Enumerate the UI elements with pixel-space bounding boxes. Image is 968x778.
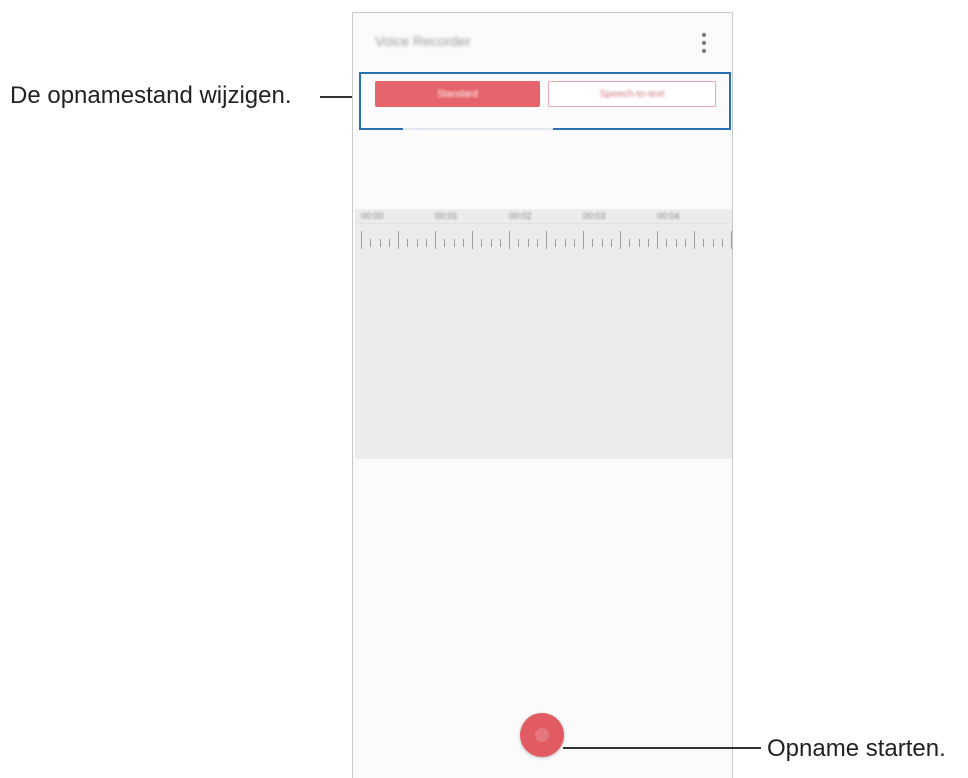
timeline-tick <box>546 231 547 249</box>
standard-mode-button[interactable]: Standard <box>375 81 540 107</box>
timeline-tick <box>388 239 390 247</box>
timeline-tick <box>361 231 362 249</box>
timeline-tick <box>620 231 621 249</box>
tab-underline <box>403 128 553 130</box>
timeline-tick <box>509 231 510 249</box>
timeline-tick <box>592 239 594 247</box>
timeline-tick <box>703 239 705 247</box>
timeline-tick <box>601 239 603 247</box>
timeline-tick <box>583 231 584 249</box>
timeline-tick <box>444 239 446 247</box>
timeline-tick <box>472 231 473 249</box>
timeline-ticks <box>355 227 732 253</box>
timeline-tick <box>731 231 732 249</box>
timeline-tick <box>564 239 566 247</box>
timeline-tick <box>666 239 668 247</box>
timeline-tick <box>657 231 658 249</box>
timeline-tick <box>481 239 483 247</box>
record-callout-line <box>563 747 761 749</box>
mode-change-callout: De opnamestand wijzigen. <box>10 82 292 109</box>
more-options-icon[interactable] <box>698 33 710 53</box>
record-icon <box>535 728 549 742</box>
timeline-tick-label: 00:02 <box>509 211 532 221</box>
timeline-tick <box>398 231 399 249</box>
timeline-tick <box>610 239 612 247</box>
timeline-tick-label: 00:04 <box>657 211 680 221</box>
timeline-tick <box>629 239 631 247</box>
record-button[interactable] <box>520 713 564 757</box>
timeline-tick <box>675 239 677 247</box>
timeline-tick <box>536 239 538 247</box>
timeline-tick <box>712 239 714 247</box>
timeline-tick-label: 00:00 <box>361 211 384 221</box>
timeline-tick <box>555 239 557 247</box>
phone-screen: Voice Recorder Standard Speech-to-text 0… <box>352 12 733 778</box>
timeline-tick <box>416 239 418 247</box>
timeline-tick <box>573 239 575 247</box>
timeline-tick <box>721 239 723 247</box>
standard-mode-label: Standard <box>437 88 478 100</box>
timeline-tick-label: 00:01 <box>435 211 458 221</box>
mode-callout-line <box>320 96 356 98</box>
app-title: Voice Recorder <box>375 33 471 49</box>
record-start-callout: Opname starten. <box>767 735 946 762</box>
timeline-tick <box>407 239 409 247</box>
timeline-tick <box>527 239 529 247</box>
timeline-tick <box>684 239 686 247</box>
timeline-tick <box>370 239 372 247</box>
timeline-tick <box>694 231 695 249</box>
timeline-tick <box>425 239 427 247</box>
timeline-tick <box>499 239 501 247</box>
speech-to-text-mode-button[interactable]: Speech-to-text <box>548 81 716 107</box>
timeline-divider <box>355 223 732 224</box>
timeline-tick <box>647 239 649 247</box>
timeline-tick <box>638 239 640 247</box>
timeline-tick <box>518 239 520 247</box>
timeline-tick <box>435 231 436 249</box>
timeline-tick-label: 00:03 <box>583 211 606 221</box>
timeline-tick-labels: 00:00 00:01 00:02 00:03 00:04 <box>355 209 732 223</box>
timeline-tick <box>490 239 492 247</box>
recording-timeline: 00:00 00:01 00:02 00:03 00:04 <box>355 209 732 459</box>
timeline-tick <box>379 239 381 247</box>
timeline-tick <box>462 239 464 247</box>
speech-to-text-mode-label: Speech-to-text <box>599 88 665 100</box>
timeline-tick <box>453 239 455 247</box>
